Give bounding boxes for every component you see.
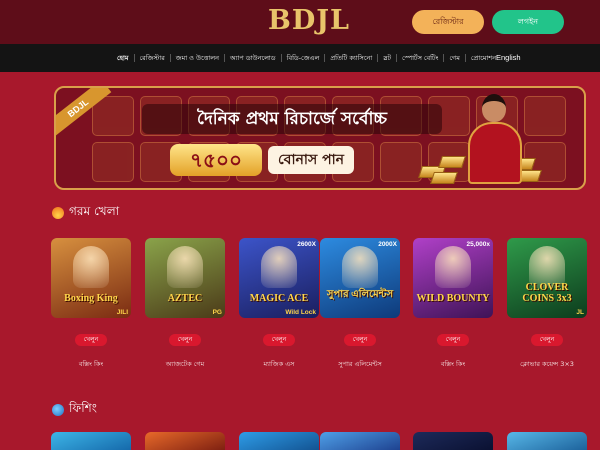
banner-bonus-text: বোনাস পান	[268, 146, 354, 174]
multiplier-badge: 2000X	[378, 241, 397, 248]
fishing-title: ফিশিং	[69, 401, 97, 415]
game-character-icon	[73, 246, 109, 288]
hot-games-heading: গরম খেলা	[52, 203, 119, 223]
banner-bonus-amount: ৭৫০০	[170, 144, 262, 176]
fish-icon	[52, 404, 64, 416]
provider-mark: Wild Lock	[285, 309, 316, 316]
provider-mark: PG	[212, 309, 222, 316]
fishing-heading: ফিশিং	[52, 400, 97, 420]
fishing-game-card[interactable]	[51, 432, 131, 450]
game-thumbnail: Boxing King JILI	[51, 238, 131, 318]
game-thumbnail: 2000X সুপার এলিমেন্টস	[320, 238, 400, 318]
nav-item-app-download[interactable]: অ্যাপ ডাউনলোড	[225, 54, 282, 62]
banner-tile	[524, 96, 566, 136]
hot-games-title: গরম খেলা	[69, 204, 120, 218]
game-card[interactable]: AZTEC PG	[145, 238, 225, 318]
game-thumbnail: AZTEC PG	[145, 238, 225, 318]
game-thumbnail: 25,000x WILD BOUNTY	[413, 238, 493, 318]
fire-icon	[52, 207, 64, 219]
game-thumbnail: 2600X MAGIC ACE Wild Lock	[239, 238, 319, 318]
game-card[interactable]: CLOVER COINS 3x3 JL	[507, 238, 587, 318]
game-title-art: সুপার এলিমেন্টস	[326, 289, 394, 300]
game-card[interactable]: Boxing King JILI	[51, 238, 131, 318]
game-name[interactable]: অ্যাজটেক গেম	[140, 359, 230, 370]
promo-banner[interactable]: BDJL দৈনিক প্রথম রিচার্জে সর্বোচ্চ ৭৫০০ …	[54, 86, 586, 190]
language-switch[interactable]: English	[496, 53, 521, 62]
game-name[interactable]: ক্লোভার কয়েন্স 3×3	[502, 359, 592, 370]
top-bar: BDJL রেজিস্টার লগইন	[0, 0, 600, 44]
banner-model-image	[460, 92, 530, 184]
game-card[interactable]: 25,000x WILD BOUNTY	[413, 238, 493, 318]
game-title-art: AZTEC	[167, 293, 203, 304]
nav-item-bdjl[interactable]: বিডি-জেএল	[282, 54, 326, 62]
nav-item-home[interactable]: হোম	[112, 54, 135, 62]
fishing-game-card[interactable]	[145, 432, 225, 450]
model-head	[482, 94, 506, 122]
game-name[interactable]: বক্সিং কিং	[408, 359, 498, 370]
nav-list: হোম রেজিস্টার জমা ও উত্তোলন অ্যাপ ডাউনলো…	[112, 44, 501, 72]
game-character-icon	[435, 246, 471, 288]
gold-bar	[430, 172, 458, 184]
fishing-game-card[interactable]	[320, 432, 400, 450]
game-character-icon	[167, 246, 203, 288]
model-body	[468, 122, 522, 184]
multiplier-badge: 25,000x	[466, 241, 491, 248]
main-nav: হোম রেজিস্টার জমা ও উত্তোলন অ্যাপ ডাউনলো…	[0, 44, 600, 72]
game-name[interactable]: ম্যাজিক এস	[234, 359, 324, 370]
play-button[interactable]: খেলুন	[531, 334, 563, 346]
banner-headline: দৈনিক প্রথম রিচার্জে সর্বোচ্চ	[142, 104, 442, 134]
play-button[interactable]: খেলুন	[263, 334, 295, 346]
game-title-art: CLOVER COINS 3x3	[522, 282, 572, 304]
play-button[interactable]: খেলুন	[344, 334, 376, 346]
register-button[interactable]: রেজিস্টার	[412, 10, 484, 34]
play-button[interactable]: খেলুন	[75, 334, 107, 346]
game-character-icon	[261, 246, 297, 288]
fishing-game-card[interactable]	[413, 432, 493, 450]
game-name[interactable]: সুপার এলিমেন্টস	[315, 359, 405, 370]
game-thumbnail: CLOVER COINS 3x3 JL	[507, 238, 587, 318]
provider-mark: JL	[576, 309, 584, 316]
game-card[interactable]: 2000X সুপার এলিমেন্টস	[320, 238, 400, 318]
multiplier-badge: 2600X	[297, 241, 316, 248]
site-logo[interactable]: BDJL	[268, 5, 350, 36]
fishing-game-card[interactable]	[239, 432, 319, 450]
game-title-art: Boxing King	[64, 293, 118, 304]
nav-item-sports[interactable]: স্পোর্টস বেটিং	[397, 54, 445, 62]
provider-mark: JILI	[116, 309, 128, 316]
fishing-game-card[interactable]	[507, 432, 587, 450]
nav-item-register[interactable]: রেজিস্টার	[135, 54, 171, 62]
game-name[interactable]: বক্সিং কিং	[46, 359, 136, 370]
game-title-art: MAGIC ACE	[249, 293, 309, 304]
play-button[interactable]: খেলুন	[169, 334, 201, 346]
nav-item-games[interactable]: গেম	[444, 54, 466, 62]
nav-item-casino[interactable]: প্রতিটি ক্যাসিনো	[325, 54, 379, 62]
play-button[interactable]: খেলুন	[437, 334, 469, 346]
game-character-icon	[342, 246, 378, 288]
game-title-art: WILD BOUNTY	[416, 293, 490, 304]
banner-tile	[92, 142, 134, 182]
nav-item-slots[interactable]: স্লট	[378, 54, 398, 62]
login-button[interactable]: লগইন	[492, 10, 564, 34]
game-card[interactable]: 2600X MAGIC ACE Wild Lock	[239, 238, 319, 318]
banner-tile	[380, 142, 422, 182]
nav-item-deposit-withdraw[interactable]: জমা ও উত্তোলন	[171, 54, 225, 62]
